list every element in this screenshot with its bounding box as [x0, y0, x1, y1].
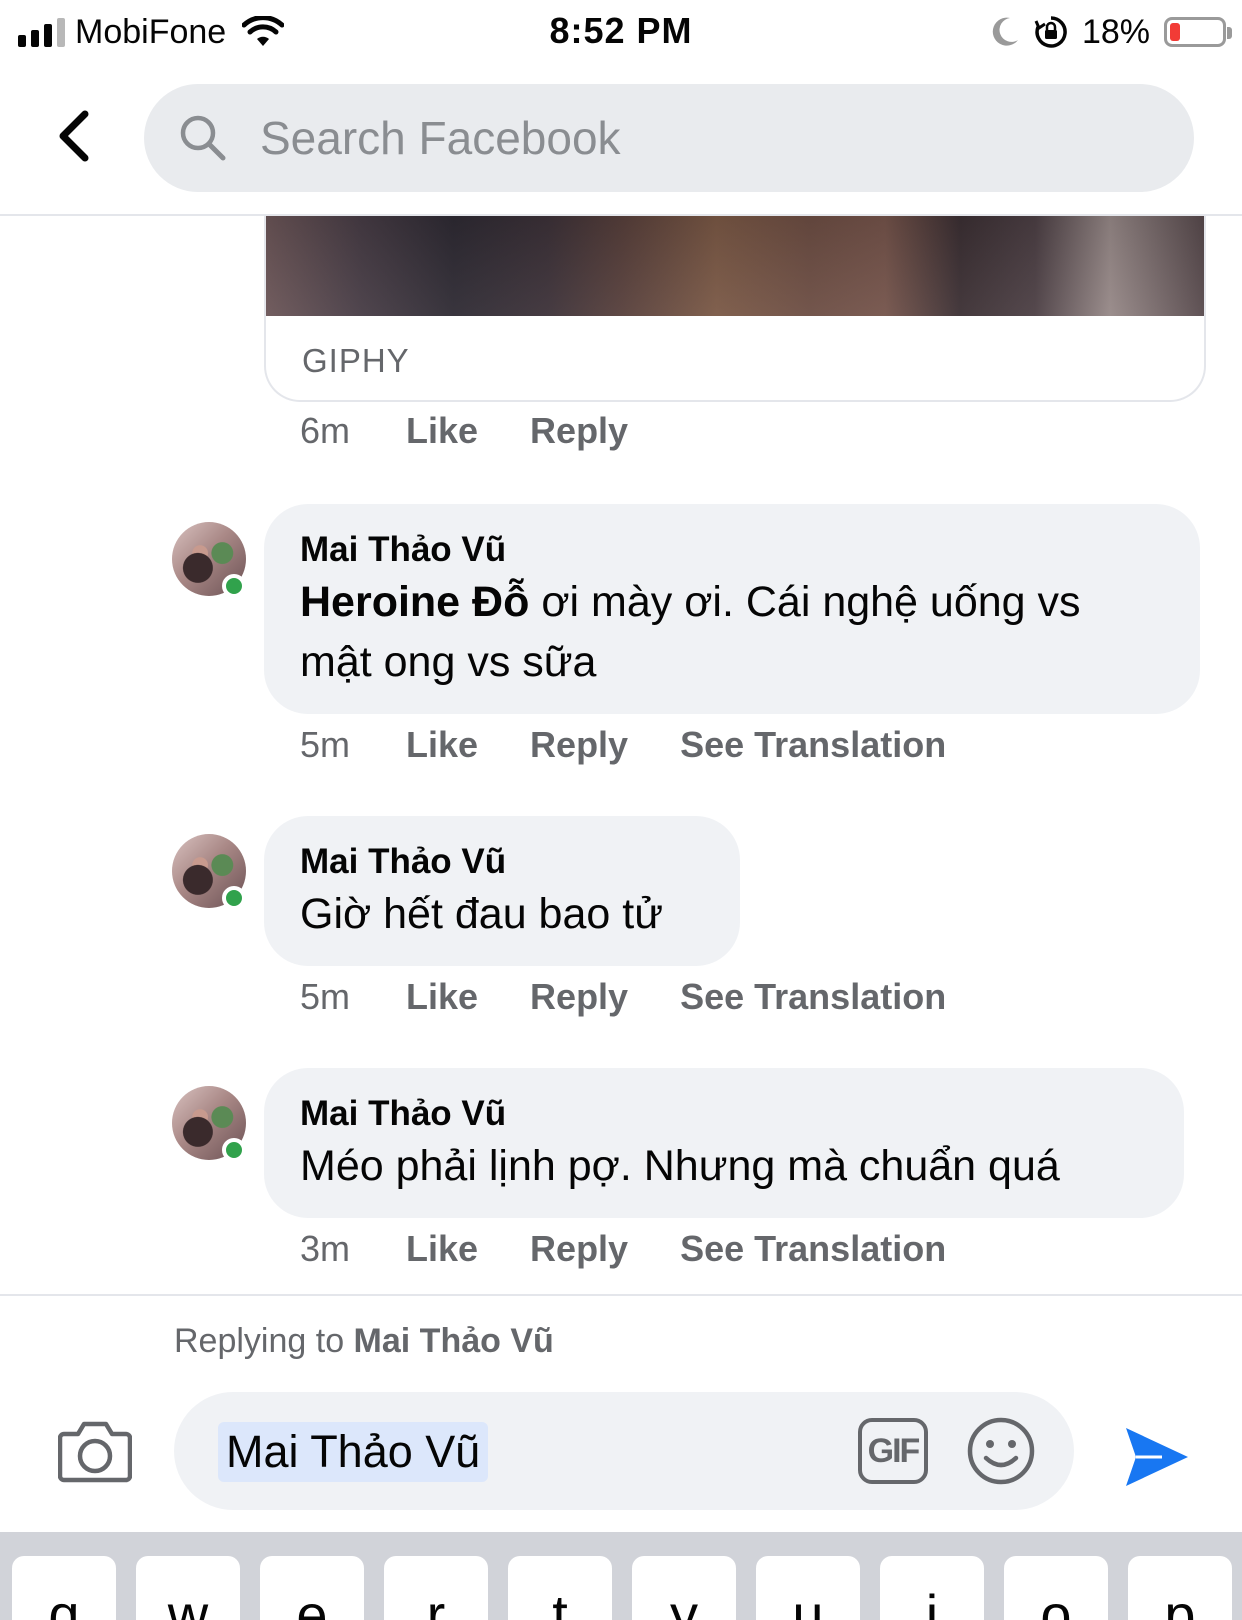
moon-icon	[992, 17, 1018, 46]
reply-button[interactable]: Reply	[530, 976, 628, 1018]
online-indicator	[222, 886, 246, 910]
key-q[interactable]: q	[12, 1556, 116, 1620]
battery-percent: 18%	[1081, 12, 1150, 51]
comment-text: Méo phải lịnh pợ. Nhưng mà chuẩn quá	[300, 1142, 1060, 1190]
top-nav: Search Facebook	[0, 64, 1242, 216]
keyboard: q w e r t y u i o p	[0, 1532, 1242, 1620]
comment-text: Giờ hết đau bao tử	[300, 890, 663, 938]
see-translation-button[interactable]: See Translation	[680, 724, 946, 766]
key-y[interactable]: y	[632, 1556, 736, 1620]
search-input[interactable]: Search Facebook	[260, 111, 621, 165]
mention-tag[interactable]: Mai Thảo Vũ	[218, 1422, 489, 1482]
gif-source-label: GIPHY	[302, 342, 410, 379]
emoji-icon[interactable]	[966, 1416, 1036, 1486]
comment-input[interactable]: Mai Thảo Vũ GIF	[174, 1392, 1074, 1510]
comment-author[interactable]: Mai Thảo Vũ	[300, 840, 704, 884]
key-w[interactable]: w	[136, 1556, 240, 1620]
comment-time: 5m	[300, 976, 351, 1017]
online-indicator	[222, 1138, 246, 1162]
camera-icon[interactable]	[58, 1418, 132, 1484]
orientation-lock-icon	[1034, 16, 1067, 48]
gif-attachment[interactable]: GIPHY	[264, 216, 1206, 402]
comment-meta: 5m Like Reply See Translation	[300, 724, 998, 766]
search-bar[interactable]: Search Facebook	[144, 84, 1194, 192]
reply-button[interactable]: Reply	[530, 410, 628, 452]
gif-image[interactable]	[266, 216, 1204, 316]
key-r[interactable]: r	[384, 1556, 488, 1620]
comment-bubble[interactable]: Mai Thảo Vũ Heroine Đỗ ơi mày ơi. Cái ng…	[264, 504, 1200, 714]
comment-time: 3m	[300, 1228, 351, 1269]
send-icon[interactable]	[1122, 1422, 1192, 1492]
comment-time: 5m	[300, 724, 351, 765]
key-p[interactable]: p	[1128, 1556, 1232, 1620]
replying-to-label: Replying to Mai Thảo Vũ	[174, 1322, 554, 1360]
mention-link[interactable]: Heroine Đỗ	[300, 578, 529, 626]
comment-meta: 3m Like Reply See Translation	[300, 1228, 998, 1270]
chevron-left-icon	[59, 110, 89, 162]
like-button[interactable]: Like	[406, 410, 478, 452]
comment-bubble[interactable]: Mai Thảo Vũ Giờ hết đau bao tử	[264, 816, 740, 966]
reply-composer: Replying to Mai Thảo Vũ Mai Thảo Vũ GIF	[0, 1294, 1242, 1532]
key-u[interactable]: u	[756, 1556, 860, 1620]
comment-author[interactable]: Mai Thảo Vũ	[300, 1092, 1148, 1136]
reply-button[interactable]: Reply	[530, 724, 628, 766]
gif-button[interactable]: GIF	[858, 1418, 928, 1484]
see-translation-button[interactable]: See Translation	[680, 1228, 946, 1270]
like-button[interactable]: Like	[406, 976, 478, 1018]
comment-author[interactable]: Mai Thảo Vũ	[300, 528, 1164, 572]
reply-button[interactable]: Reply	[530, 1228, 628, 1270]
replying-to-name: Mai Thảo Vũ	[353, 1322, 554, 1360]
like-button[interactable]: Like	[406, 724, 478, 766]
comment-text: Heroine Đỗ ơi mày ơi. Cái nghệ uống vs mậ…	[300, 578, 1081, 686]
comment-time: 6m	[300, 410, 351, 451]
like-button[interactable]: Like	[406, 1228, 478, 1270]
key-e[interactable]: e	[260, 1556, 364, 1620]
see-translation-button[interactable]: See Translation	[680, 976, 946, 1018]
online-indicator	[222, 574, 246, 598]
comment-meta: 5m Like Reply See Translation	[300, 976, 998, 1018]
battery-icon	[1164, 17, 1232, 47]
comment-meta: 6m Like Reply	[300, 410, 680, 452]
search-icon	[180, 115, 226, 161]
status-bar: MobiFone 8:52 PM 18%	[0, 0, 1242, 64]
key-i[interactable]: i	[880, 1556, 984, 1620]
key-t[interactable]: t	[508, 1556, 612, 1620]
key-o[interactable]: o	[1004, 1556, 1108, 1620]
back-button[interactable]	[44, 106, 104, 166]
comment-bubble[interactable]: Mai Thảo Vũ Méo phải lịnh pợ. Nhưng mà c…	[264, 1068, 1184, 1218]
